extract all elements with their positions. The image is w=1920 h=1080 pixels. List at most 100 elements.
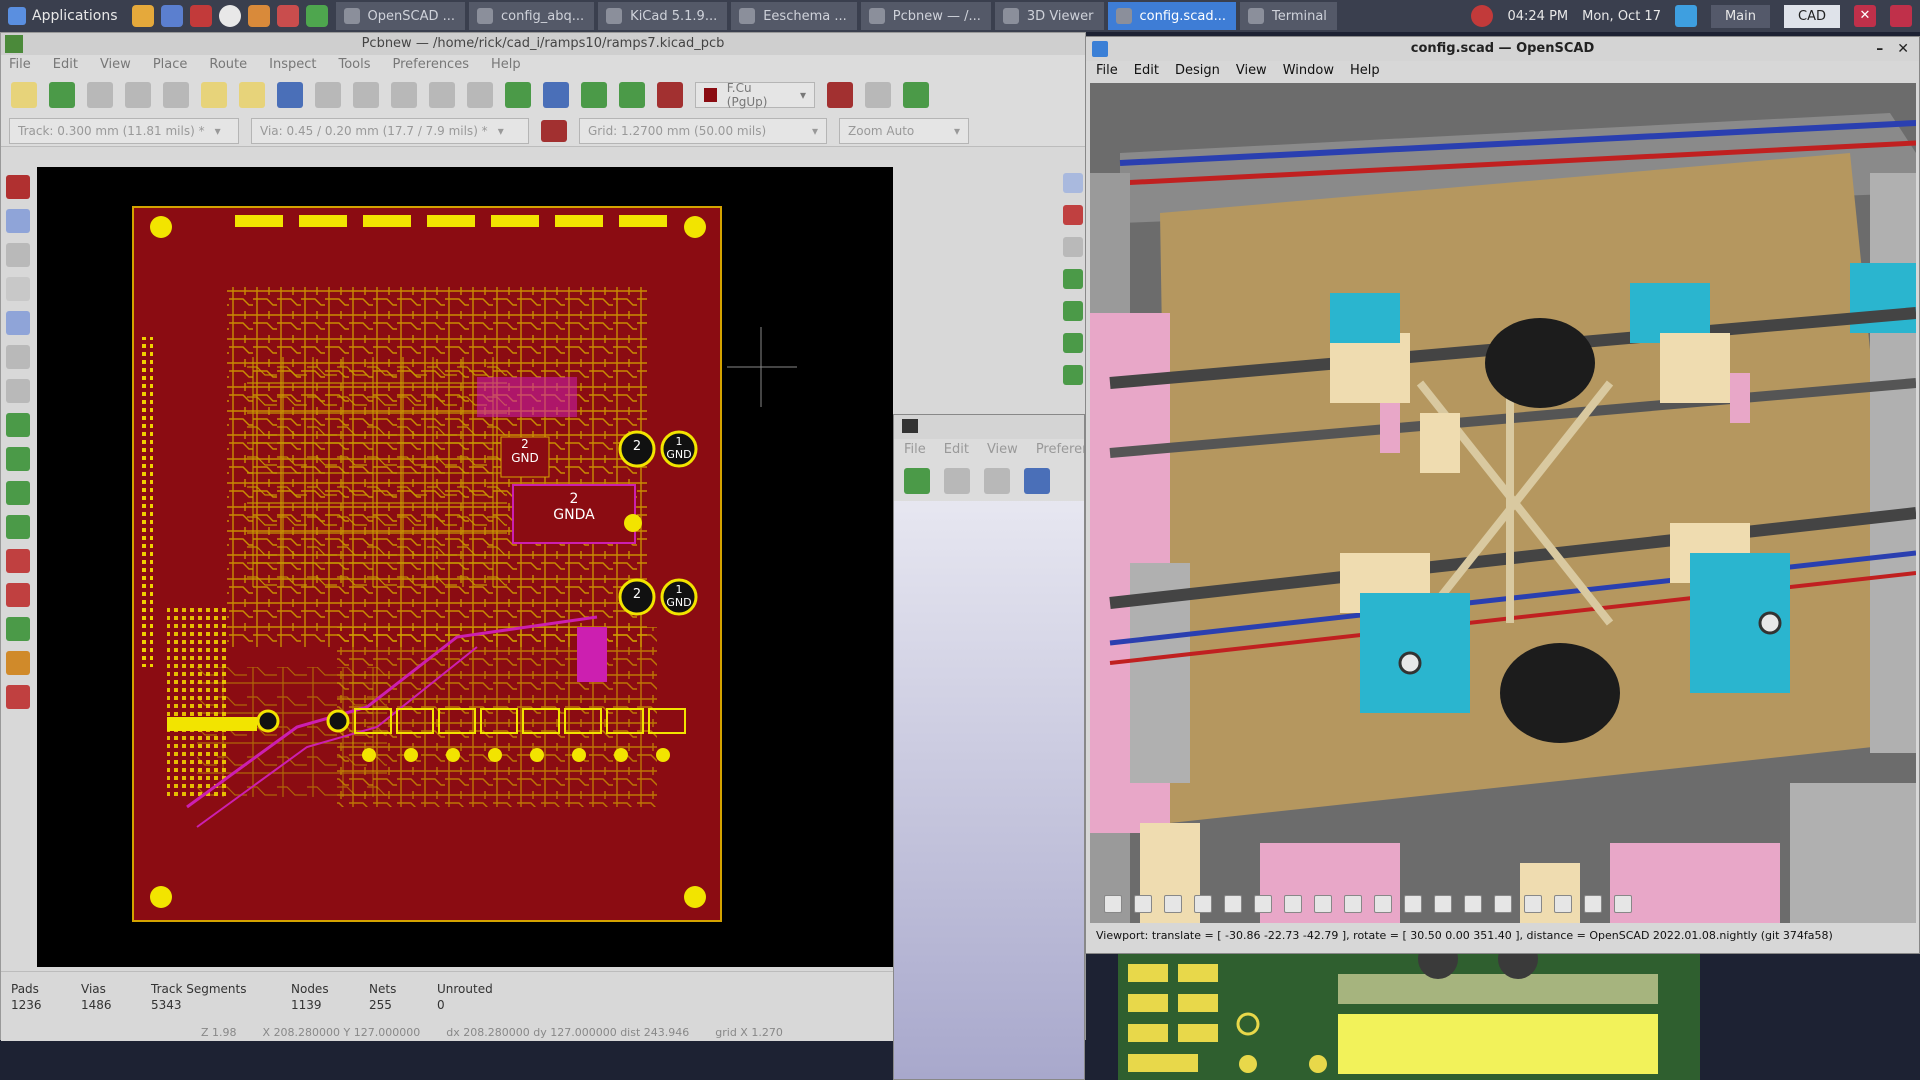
polar-coords-icon[interactable]	[6, 243, 30, 267]
select-tool-icon[interactable]	[1063, 173, 1083, 193]
menu-help[interactable]: Help	[1350, 61, 1380, 81]
monitor-icon[interactable]	[1674, 5, 1697, 27]
high-contrast-icon[interactable]	[6, 583, 30, 607]
highlight-net-icon[interactable]	[1063, 205, 1083, 225]
bug-icon[interactable]	[657, 82, 683, 108]
zoom-selection-icon[interactable]	[467, 82, 493, 108]
layer-pair-icon[interactable]	[827, 82, 853, 108]
layer-select[interactable]: F.Cu (PgUp) ▾	[695, 81, 815, 109]
show-axes-icon[interactable]	[1554, 895, 1572, 913]
launcher-icon-5[interactable]	[247, 5, 270, 27]
settings-icon[interactable]	[984, 468, 1010, 494]
drc-icon[interactable]	[581, 82, 607, 108]
close-icon[interactable]: ✕	[1854, 5, 1876, 27]
close-icon[interactable]: ✕	[1897, 37, 1909, 61]
launcher-icon-6[interactable]	[276, 5, 299, 27]
zoom-fit-icon[interactable]	[429, 82, 455, 108]
auto-track-width-icon[interactable]	[541, 119, 567, 142]
zoom-select[interactable]: Zoom Auto ▾	[839, 117, 969, 144]
menu-help[interactable]: Help	[491, 55, 521, 75]
openscad-3d-viewport[interactable]	[1090, 83, 1916, 923]
menu-file[interactable]: File	[904, 439, 926, 461]
add-zone-icon[interactable]	[1063, 365, 1083, 385]
footprint-editor-icon[interactable]	[543, 82, 569, 108]
page-settings-icon[interactable]	[87, 82, 113, 108]
clock-time[interactable]: 04:24 PM	[1507, 9, 1568, 24]
menu-route[interactable]: Route	[209, 55, 247, 75]
minimize-icon[interactable]: –	[1876, 37, 1883, 61]
view-bottom-icon[interactable]	[1374, 895, 1392, 913]
perspective-icon[interactable]	[1494, 895, 1512, 913]
inch-units-icon[interactable]	[6, 277, 30, 301]
vias-sketch-icon[interactable]	[6, 515, 30, 539]
cube-3d-icon[interactable]	[1024, 468, 1050, 494]
menu-edit[interactable]: Edit	[1134, 61, 1159, 81]
drc-marker-icon[interactable]	[6, 175, 30, 199]
print-icon[interactable]	[125, 82, 151, 108]
task-eeschema[interactable]: Eeschema ...	[731, 2, 857, 30]
pcb-canvas[interactable]: 2 GND 2 GNDA 2 1 GND 2 1 GND	[37, 167, 893, 967]
pcb-icon[interactable]	[904, 468, 930, 494]
applications-menu[interactable]: Applications	[0, 0, 126, 32]
task-terminal[interactable]: Terminal	[1239, 2, 1337, 30]
zoom-out-icon[interactable]	[391, 82, 417, 108]
undo-icon[interactable]	[201, 82, 227, 108]
layers-manager-icon[interactable]	[6, 651, 30, 675]
ratsnest-icon[interactable]	[6, 379, 30, 403]
tracks-sketch-icon[interactable]	[6, 549, 30, 573]
preview-icon[interactable]	[1104, 895, 1122, 913]
task-config-abq[interactable]: config_abq...	[469, 2, 595, 30]
plot-icon[interactable]	[163, 82, 189, 108]
menu-view[interactable]: View	[987, 439, 1018, 461]
export-stl-icon[interactable]	[1164, 895, 1182, 913]
menu-edit[interactable]: Edit	[53, 55, 78, 75]
show-scale-icon[interactable]	[1584, 895, 1602, 913]
menu-view[interactable]: View	[100, 55, 131, 75]
clock-date[interactable]: Mon, Oct 17	[1582, 9, 1661, 24]
network-icon[interactable]	[1471, 5, 1494, 27]
length-tuning-icon[interactable]	[6, 685, 30, 709]
zone-fill-icon[interactable]	[6, 413, 30, 437]
show-edges-icon[interactable]	[1614, 895, 1632, 913]
netlist-icon[interactable]	[505, 82, 531, 108]
power-icon[interactable]	[1890, 5, 1912, 27]
menu-view[interactable]: View	[1236, 61, 1267, 81]
mm-units-icon[interactable]	[6, 311, 30, 335]
view-all-icon[interactable]	[1194, 895, 1212, 913]
menu-file[interactable]: File	[9, 55, 31, 75]
menu-edit[interactable]: Edit	[944, 439, 969, 461]
workspace-cad[interactable]: CAD	[1784, 4, 1840, 28]
task-openscad[interactable]: OpenSCAD ...	[335, 2, 466, 30]
launcher-icon-4[interactable]	[218, 5, 241, 27]
launcher-icon-3[interactable]	[189, 5, 212, 27]
zoom-in-icon[interactable]	[1224, 895, 1242, 913]
grid-toggle-icon[interactable]	[6, 209, 30, 233]
pads-sketch-icon[interactable]	[6, 481, 30, 505]
task-3d-viewer[interactable]: 3D Viewer	[994, 2, 1104, 30]
route-track-icon[interactable]	[1063, 301, 1083, 321]
track-width-select[interactable]: Track: 0.300 mm (11.81 mils) * ▾	[9, 117, 239, 144]
local-ratsnest-icon[interactable]	[1063, 237, 1083, 257]
menu-preferences[interactable]: Preferences	[393, 55, 469, 75]
menu-preferences[interactable]: Preferen	[1036, 439, 1084, 461]
grid-select[interactable]: Grid: 1.2700 mm (50.00 mils) ▾	[579, 117, 827, 144]
microwave-icon[interactable]	[6, 617, 30, 641]
launcher-icon-1[interactable]	[131, 5, 154, 27]
add-via-icon[interactable]	[1063, 333, 1083, 353]
scripting-icon[interactable]	[619, 82, 645, 108]
launcher-icon-2[interactable]	[160, 5, 183, 27]
reset-view-icon[interactable]	[1284, 895, 1302, 913]
view-right-icon[interactable]	[1314, 895, 1332, 913]
refresh-icon[interactable]	[315, 82, 341, 108]
menu-file[interactable]: File	[1096, 61, 1118, 81]
task-pcbnew[interactable]: Pcbnew — /...	[860, 2, 991, 30]
menu-design[interactable]: Design	[1175, 61, 1220, 81]
cursor-shape-icon[interactable]	[6, 345, 30, 369]
render-icon[interactable]	[1134, 895, 1152, 913]
orthogonal-icon[interactable]	[1524, 895, 1542, 913]
add-footprint-icon[interactable]	[1063, 269, 1083, 289]
menu-tools[interactable]: Tools	[338, 55, 370, 75]
view-front-icon[interactable]	[1434, 895, 1452, 913]
redo-icon[interactable]	[239, 82, 265, 108]
menu-inspect[interactable]: Inspect	[269, 55, 316, 75]
